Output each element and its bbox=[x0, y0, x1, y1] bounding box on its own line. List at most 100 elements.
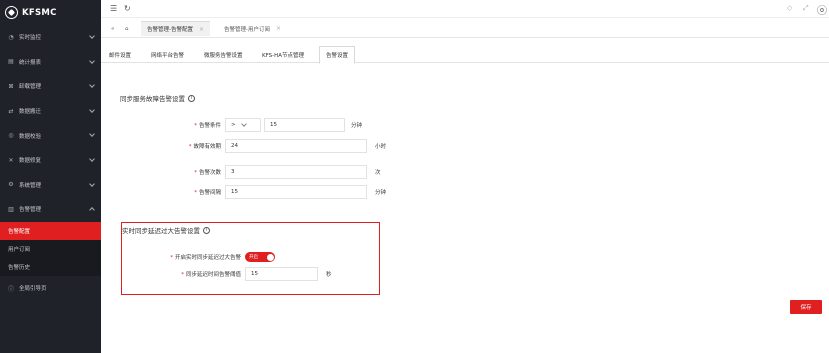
toggle-knob bbox=[266, 253, 274, 261]
chevron-down-icon bbox=[89, 131, 95, 138]
main-content: 邮件设置 网络平台告警 微服务告警设置 KFS-HA节点管理 告警设置 同步服务… bbox=[101, 38, 829, 353]
validity-input[interactable]: 24 bbox=[225, 139, 367, 153]
sidebar-item-label: 数据修复 bbox=[19, 158, 42, 165]
count-input[interactable]: 3 bbox=[225, 165, 367, 179]
chevron-down-icon bbox=[89, 57, 95, 64]
interval-input[interactable]: 15 bbox=[225, 185, 367, 199]
info-icon[interactable]: i bbox=[203, 226, 210, 234]
chevron-down-icon bbox=[240, 121, 247, 127]
alarm-icon: ▥ bbox=[8, 205, 14, 213]
sidebar-item-report[interactable]: ▤ 统计报表 bbox=[0, 50, 101, 75]
condition-label: * 告警条件 bbox=[194, 123, 221, 129]
sidebar: KFSMC ◔ 实时监控 ▤ 统计报表 ⊠ 卸载管理 ⇄ 数据搬迁 ◎ 数据校验… bbox=[0, 0, 101, 353]
gear-icon: ⚙ bbox=[8, 181, 14, 189]
subtab-email[interactable]: 邮件设置 bbox=[103, 47, 137, 63]
sidebar-item-label: 统计报表 bbox=[19, 59, 42, 66]
section-title-sync-delay: 实时同步延迟过大告警设置 i bbox=[122, 225, 210, 235]
delay-alarm-toggle[interactable]: 开启 bbox=[245, 252, 275, 262]
row-alarm-count: * 告警次数 3 次 bbox=[161, 165, 381, 179]
unit-label: 小时 bbox=[375, 144, 387, 150]
subtab-ha-node[interactable]: KFS-HA节点管理 bbox=[256, 47, 310, 63]
row-delay-threshold: * 同步延迟时间告警阈值 15 秒 bbox=[141, 267, 332, 281]
sidebar-item-repair[interactable]: ✕ 数据修复 bbox=[0, 148, 101, 173]
unit-label: 次 bbox=[375, 170, 381, 176]
section-title-text: 同步服务故障告警设置 bbox=[120, 95, 185, 103]
menu-toggle-icon[interactable]: ☰ bbox=[110, 4, 117, 13]
interval-label: * 告警间隔 bbox=[194, 190, 221, 196]
row-fault-validity: * 故障有效期 24 小时 bbox=[161, 139, 386, 153]
condition-value-input[interactable]: 15 bbox=[264, 118, 345, 132]
uninstall-icon: ⊠ bbox=[8, 82, 14, 90]
tab-user-subscribe[interactable]: 告警管理-用户订阅 × bbox=[218, 21, 287, 36]
subtab-alarm-settings[interactable]: 告警设置 bbox=[319, 46, 356, 64]
sidebar-subitem-alarm-history[interactable]: 告警历史 bbox=[0, 258, 101, 276]
label-text: 同步延迟时间告警阈值 bbox=[185, 272, 241, 278]
verify-icon: ◎ bbox=[8, 132, 14, 140]
label-text: 告警间隔 bbox=[198, 190, 221, 196]
section-title-text: 实时同步延迟过大告警设置 bbox=[122, 227, 200, 235]
close-icon[interactable]: × bbox=[276, 25, 281, 32]
sidebar-item-realtime-monitor[interactable]: ◔ 实时监控 bbox=[0, 25, 101, 50]
sidebar-item-alarm[interactable]: ▥ 告警管理 bbox=[0, 197, 101, 222]
label-text: 告警次数 bbox=[198, 170, 221, 176]
row-alarm-condition: * 告警条件 > 15 分钟 bbox=[161, 118, 362, 132]
select-value: > bbox=[231, 122, 236, 128]
info-icon[interactable]: i bbox=[188, 94, 195, 102]
threshold-input[interactable]: 15 bbox=[245, 267, 318, 281]
label-text: 告警条件 bbox=[198, 123, 221, 129]
logo[interactable]: KFSMC bbox=[0, 0, 101, 25]
fullscreen-icon[interactable]: ⤢ bbox=[803, 4, 809, 13]
tab-alarm-config[interactable]: 告警管理-告警配置 × bbox=[141, 21, 211, 36]
report-icon: ▤ bbox=[8, 58, 14, 66]
chevron-down-icon bbox=[89, 82, 95, 89]
chevron-down-icon bbox=[89, 106, 95, 113]
sidebar-item-label: 卸载管理 bbox=[19, 84, 42, 91]
unit-label: 分钟 bbox=[375, 190, 387, 196]
page-tabs: « ⌂ 告警管理-告警配置 × 告警管理-用户订阅 × bbox=[101, 18, 829, 38]
subtab-microservice-alarm[interactable]: 微服务告警设置 bbox=[198, 47, 249, 63]
home-icon[interactable]: ⌂ bbox=[119, 21, 135, 36]
sidebar-item-uninstall[interactable]: ⊠ 卸载管理 bbox=[0, 74, 101, 99]
repair-icon: ✕ bbox=[8, 156, 14, 164]
settings-subtabs: 邮件设置 网络平台告警 微服务告警设置 KFS-HA节点管理 告警设置 bbox=[101, 43, 829, 64]
unit-label: 秒 bbox=[326, 272, 332, 278]
sidebar-item-label: 数据搬迁 bbox=[19, 109, 42, 116]
monitor-icon: ◔ bbox=[8, 33, 14, 41]
migrate-icon: ⇄ bbox=[8, 107, 14, 115]
section-title-sync-fault: 同步服务故障告警设置 i bbox=[120, 93, 195, 103]
count-label: * 告警次数 bbox=[194, 170, 221, 176]
sidebar-item-verify[interactable]: ◎ 数据校验 bbox=[0, 123, 101, 148]
threshold-label: * 同步延迟时间告警阈值 bbox=[181, 272, 241, 278]
row-alarm-interval: * 告警间隔 15 分钟 bbox=[161, 185, 386, 199]
label-text: 开启实时同步延迟过大告警 bbox=[174, 255, 241, 261]
chevron-up-icon bbox=[89, 207, 95, 213]
sidebar-subitem-user-subscribe[interactable]: 用户订阅 bbox=[0, 240, 101, 258]
tab-label: 告警管理-用户订阅 bbox=[224, 26, 270, 33]
logo-icon bbox=[5, 6, 18, 19]
logo-text: KFSMC bbox=[22, 7, 57, 18]
chevron-down-icon bbox=[89, 180, 95, 187]
subtab-network-alarm[interactable]: 网络平台告警 bbox=[145, 47, 190, 63]
sidebar-item-label: 实时监控 bbox=[19, 35, 42, 42]
unit-label: 分钟 bbox=[351, 123, 363, 129]
tag-icon[interactable]: ◇ bbox=[787, 4, 792, 12]
toggle-state-text: 开启 bbox=[249, 255, 258, 260]
sidebar-item-migrate[interactable]: ⇄ 数据搬迁 bbox=[0, 99, 101, 124]
chevron-down-icon bbox=[89, 156, 95, 162]
top-bar: ☰ ↻ ◇ ⤢ ⓞ bbox=[101, 0, 829, 18]
condition-operator-select[interactable]: > bbox=[225, 118, 261, 132]
guide-icon: ⓘ bbox=[8, 285, 15, 293]
refresh-icon[interactable]: ↻ bbox=[124, 4, 131, 13]
sidebar-item-label: 系统管理 bbox=[19, 182, 42, 189]
tab-label: 告警管理-告警配置 bbox=[147, 27, 193, 33]
sidebar-subitem-alarm-config[interactable]: 告警配置 bbox=[0, 221, 101, 240]
toggle-label: * 开启实时同步延迟过大告警 bbox=[170, 255, 241, 261]
close-icon[interactable]: × bbox=[199, 26, 204, 33]
sidebar-item-system[interactable]: ⚙ 系统管理 bbox=[0, 173, 101, 198]
user-avatar-icon[interactable]: ⓞ bbox=[817, 2, 827, 17]
label-text: 故障有效期 bbox=[193, 144, 221, 150]
row-delay-toggle: * 开启实时同步延迟过大告警 开启 bbox=[141, 250, 275, 264]
sidebar-item-guide[interactable]: ⓘ 全局引导页 bbox=[0, 276, 101, 301]
sidebar-item-label: 告警管理 bbox=[19, 207, 42, 214]
save-button[interactable]: 保存 bbox=[790, 300, 822, 314]
